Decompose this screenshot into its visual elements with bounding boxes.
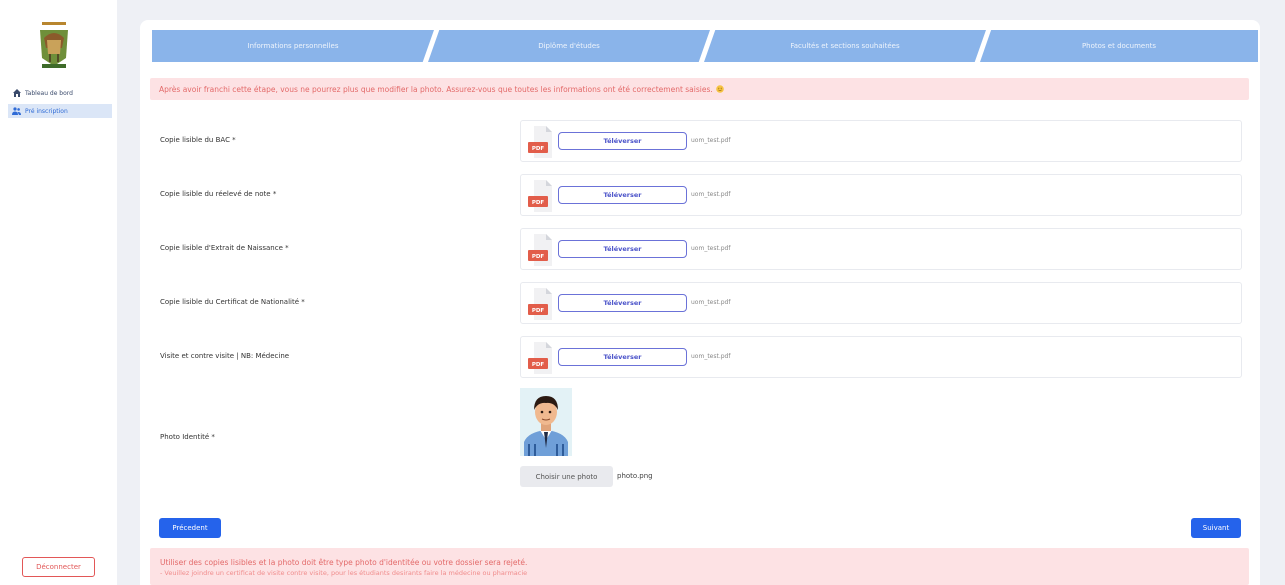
logout-button[interactable]: Déconnecter	[22, 557, 95, 577]
step-label: Informations personnelles	[247, 42, 339, 50]
svg-text:PDF: PDF	[532, 362, 545, 368]
doc-label-releve: Copie lisible du réelevé de note *	[160, 190, 277, 198]
sidebar-item-label: Pré inscription	[25, 107, 68, 115]
smile-icon	[715, 85, 724, 93]
upload-row-bac: PDF Téléverser uom_test.pdf	[520, 120, 1242, 162]
file-name: uom_test.pdf	[691, 353, 731, 360]
upload-row-nationalite: PDF Téléverser uom_test.pdf	[520, 282, 1242, 324]
users-icon	[12, 107, 21, 116]
step-label: Diplôme d'études	[538, 42, 600, 50]
upload-button[interactable]: Téléverser	[558, 186, 687, 204]
university-logo	[34, 18, 74, 72]
pdf-icon: PDF	[528, 342, 552, 374]
svg-text:PDF: PDF	[532, 200, 545, 206]
doc-label-visite: Visite et contre visite | NB: Médecine	[160, 352, 290, 360]
pdf-icon: PDF	[528, 288, 552, 320]
upload-button[interactable]: Téléverser	[558, 240, 687, 258]
upload-button[interactable]: Téléverser	[558, 294, 687, 312]
pdf-icon: PDF	[528, 234, 552, 266]
doc-label-naissance: Copie lisible d'Extrait de Naissance *	[160, 244, 289, 252]
step-faculties[interactable]: Facultés et sections souhaitées	[704, 30, 986, 62]
svg-text:PDF: PDF	[532, 254, 545, 260]
pdf-icon: PDF	[528, 126, 552, 158]
doc-label-nationalite: Copie lisible du Certificat de Nationali…	[160, 298, 305, 306]
svg-text:PDF: PDF	[532, 146, 545, 152]
next-button[interactable]: Suivant	[1191, 518, 1241, 538]
sidebar: Tableau de bord Pré inscription Déconnec…	[0, 0, 117, 585]
step-diploma[interactable]: Diplôme d'études	[428, 30, 710, 62]
avatar	[520, 388, 572, 456]
step-label: Facultés et sections souhaitées	[790, 42, 900, 50]
previous-button[interactable]: Précedent	[159, 518, 221, 538]
warning-alert: Après avoir franchi cette étape, vous ne…	[150, 78, 1249, 100]
sidebar-item-pre-inscription[interactable]: Pré inscription	[8, 104, 112, 118]
file-name: uom_test.pdf	[691, 137, 731, 144]
file-name: uom_test.pdf	[691, 299, 731, 306]
upload-button[interactable]: Téléverser	[558, 348, 687, 366]
warning-text: Après avoir franchi cette étape, vous ne…	[159, 84, 713, 94]
upload-row-releve: PDF Téléverser uom_test.pdf	[520, 174, 1242, 216]
sidebar-item-dashboard[interactable]: Tableau de bord	[8, 86, 112, 100]
scrollbar[interactable]	[1279, 0, 1285, 585]
info-alert: Utiliser des copies lisibles et la photo…	[150, 548, 1249, 585]
photo-label: Photo Identité *	[160, 433, 215, 441]
step-label: Photos et documents	[1081, 42, 1157, 50]
pdf-icon: PDF	[528, 180, 552, 212]
upload-row-visite: PDF Téléverser uom_test.pdf	[520, 336, 1242, 378]
step-personal-info[interactable]: Informations personnelles	[152, 30, 434, 62]
file-name: uom_test.pdf	[691, 245, 731, 252]
upload-row-naissance: PDF Téléverser uom_test.pdf	[520, 228, 1242, 270]
svg-text:PDF: PDF	[532, 308, 545, 314]
sidebar-item-label: Tableau de bord	[25, 89, 73, 97]
info-text-2: - Veuillez joindre un certificat de visi…	[160, 569, 528, 577]
stepper: Informations personnelles Diplôme d'étud…	[152, 30, 1258, 62]
photo-file-name: photo.png	[617, 472, 653, 480]
home-icon	[12, 89, 21, 98]
step-photos-documents[interactable]: Photos et documents	[980, 30, 1258, 62]
info-text-1: Utiliser des copies lisibles et la photo…	[160, 558, 528, 567]
file-name: uom_test.pdf	[691, 191, 731, 198]
choose-photo-button[interactable]: Choisir une photo	[520, 466, 613, 487]
doc-label-bac: Copie lisible du BAC *	[160, 136, 236, 144]
upload-button[interactable]: Téléverser	[558, 132, 687, 150]
